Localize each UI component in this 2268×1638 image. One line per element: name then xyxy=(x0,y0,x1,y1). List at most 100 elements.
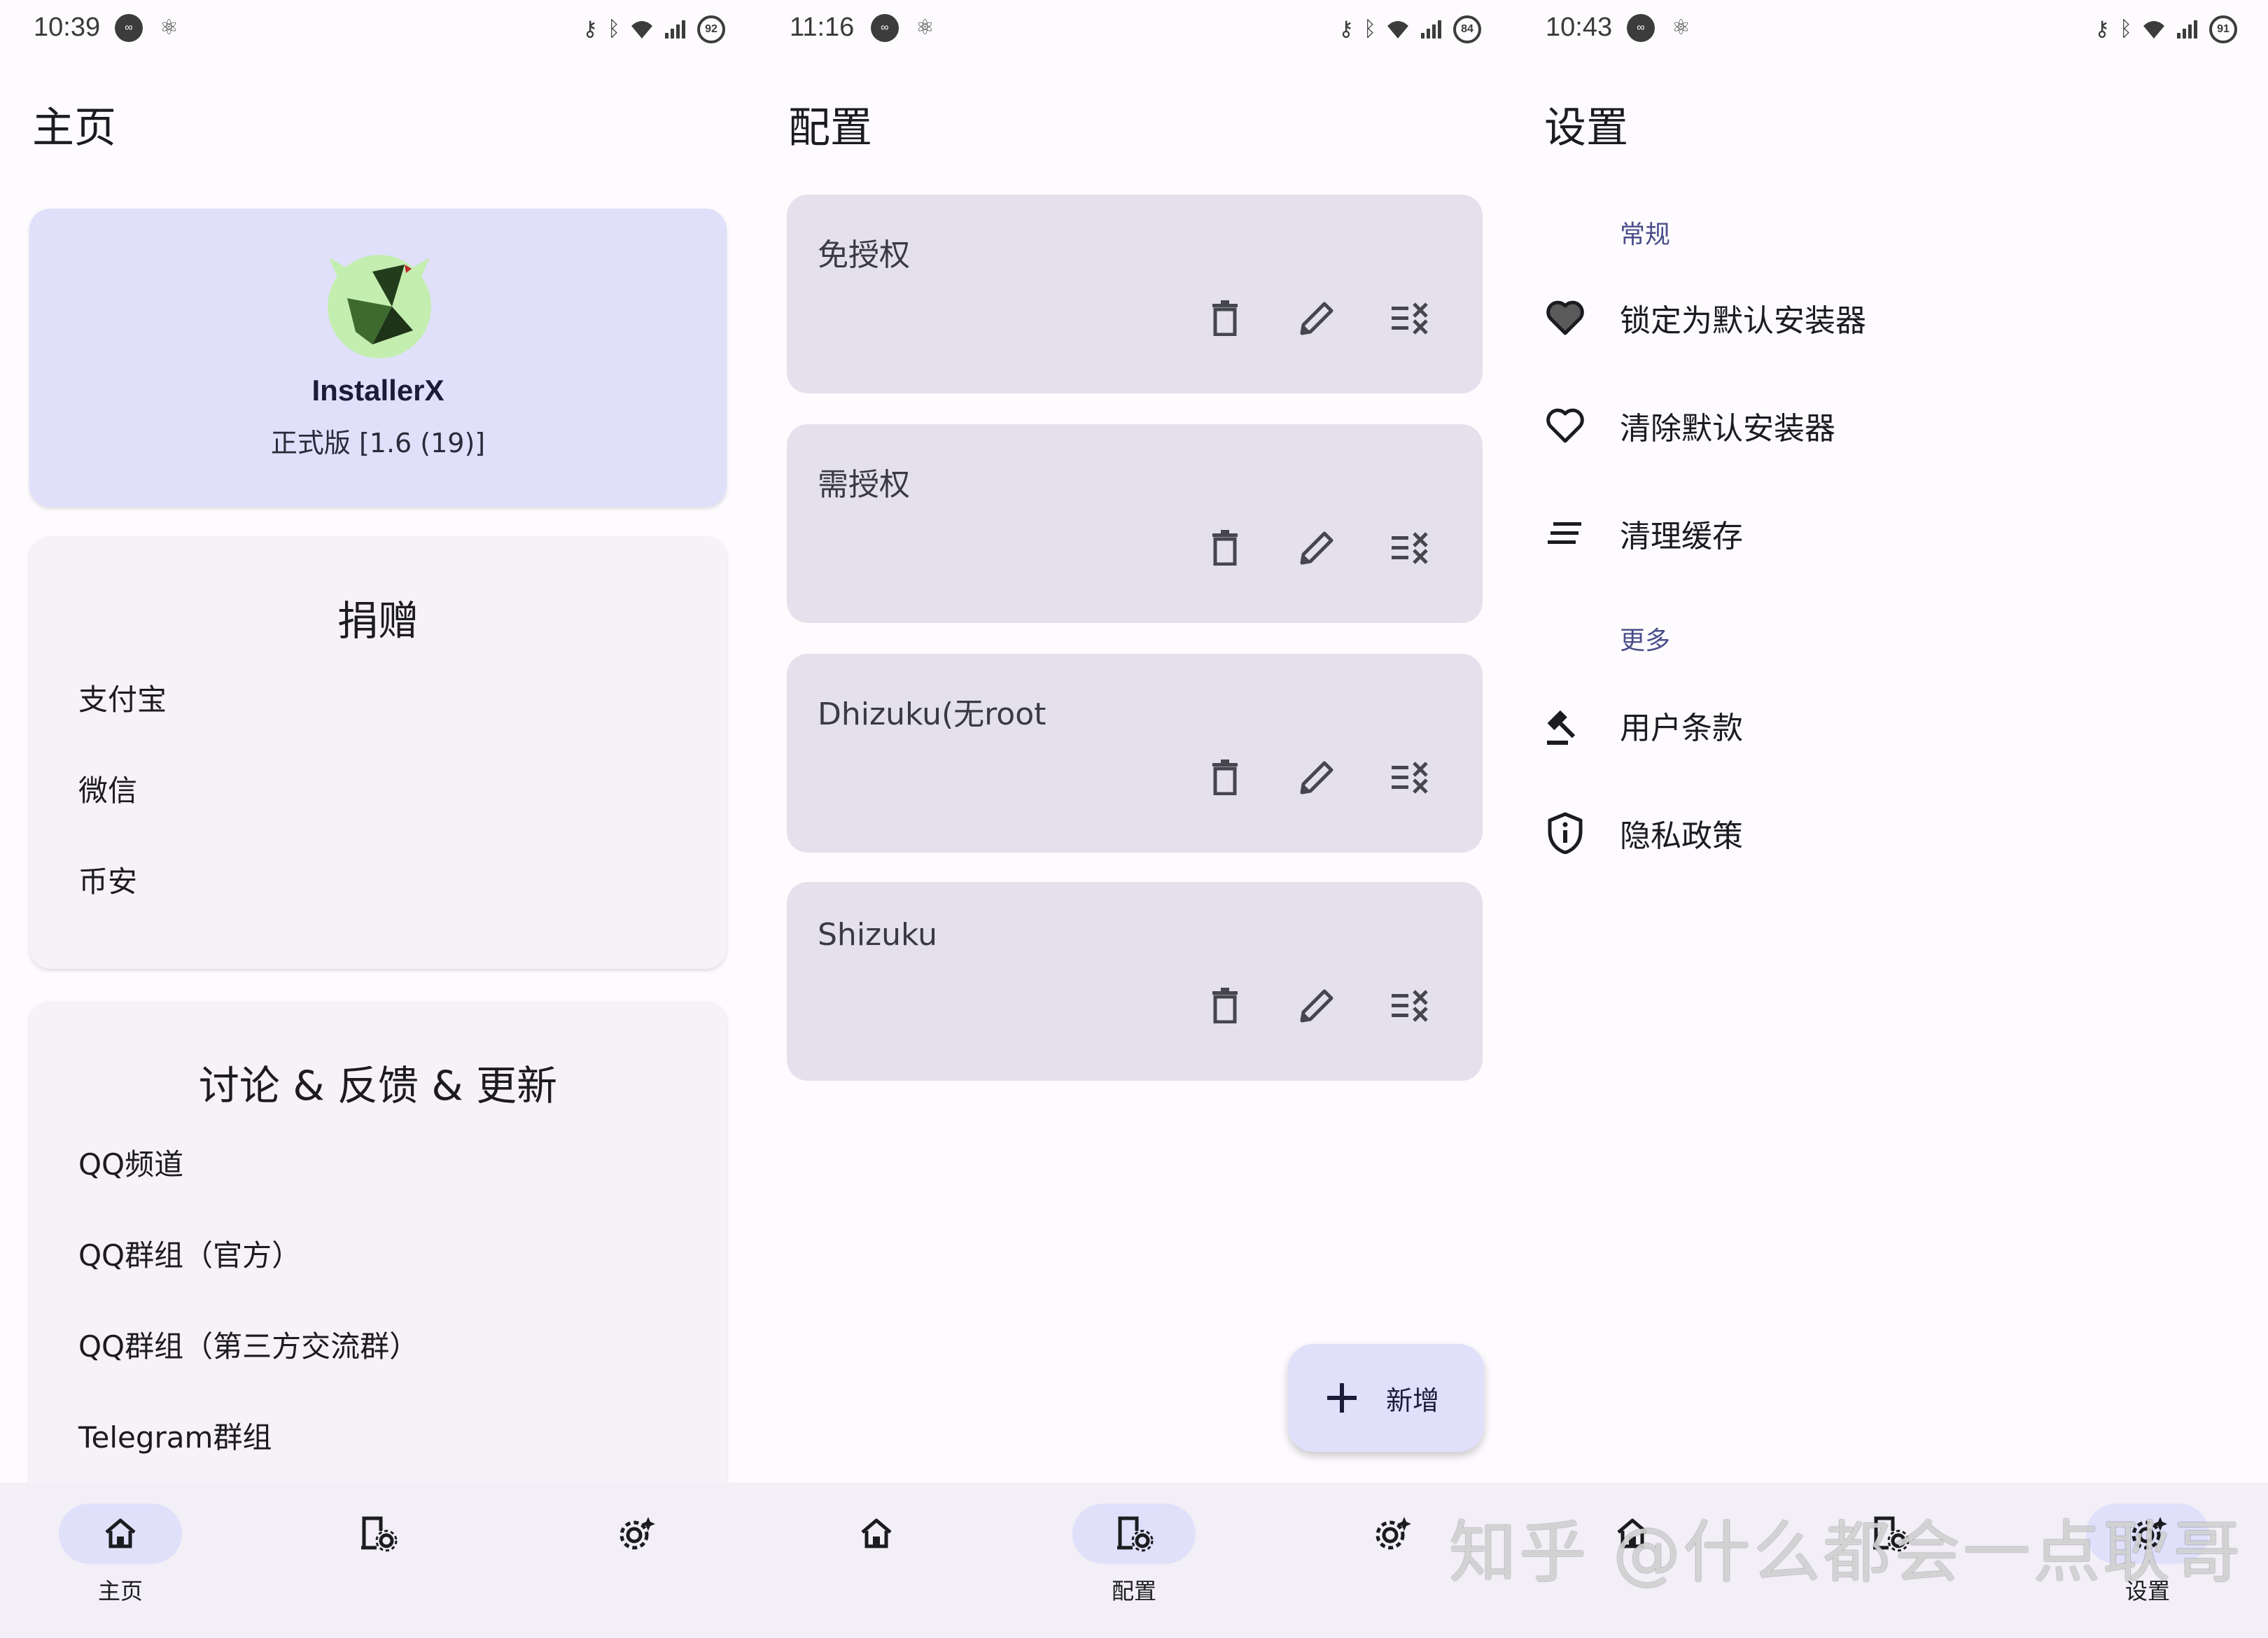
app-info-card: InstallerX 正式版 [1.6 (19)] xyxy=(29,209,727,507)
settings-gear-icon xyxy=(1376,1517,1411,1550)
bottom-navigation: 配置 xyxy=(756,1483,1512,1638)
nav-home[interactable] xyxy=(792,1504,960,1623)
page-title: 配置 xyxy=(788,104,872,153)
apply-clear-button[interactable] xyxy=(1385,522,1435,573)
config-card[interactable]: 免授权 xyxy=(787,195,1483,393)
edit-button[interactable] xyxy=(1292,522,1343,573)
nav-home-label: 主页 xyxy=(97,1578,143,1604)
setting-privacy-policy[interactable]: 隐私政策 xyxy=(1544,791,2244,875)
react-notification-icon: ⚛ xyxy=(916,15,934,40)
donate-item-wechat[interactable]: 微信 xyxy=(78,767,137,810)
setting-label: 用户条款 xyxy=(1620,710,1743,746)
bluetooth-icon: ᛒ xyxy=(608,17,620,41)
status-bar: 11:16 ∞ ⚛ ⚷ ᛒ 84 xyxy=(756,0,1512,59)
trash-icon xyxy=(1212,760,1238,795)
vpn-key-icon: ⚷ xyxy=(2094,17,2110,41)
home-icon xyxy=(861,1518,892,1548)
list-clear-icon xyxy=(1392,990,1428,1022)
status-bar: 10:43 ∞ ⚛ ⚷ ᛒ 91 xyxy=(1512,0,2268,59)
fab-label: 新增 xyxy=(1386,1385,1440,1416)
nav-settings[interactable] xyxy=(552,1504,720,1623)
edit-button[interactable] xyxy=(1292,752,1343,802)
trash-icon xyxy=(1212,300,1238,336)
setting-clear-default-installer[interactable]: 清除默认安装器 xyxy=(1544,384,2244,468)
app-version: 正式版 [1.6 (19)] xyxy=(270,428,486,458)
donate-item-alipay[interactable]: 支付宝 xyxy=(78,676,167,719)
setting-lock-default-installer[interactable]: 锁定为默认安装器 xyxy=(1544,276,2244,360)
gavel-icon xyxy=(1547,710,1576,745)
setting-label: 清除默认安装器 xyxy=(1620,411,1835,447)
config-card[interactable]: Dhizuku(无root xyxy=(787,654,1483,853)
settings-screen: 10:43 ∞ ⚛ ⚷ ᛒ 91 设置 常规 锁定为默认安装器 清除默认安装器 … xyxy=(1512,0,2268,1638)
discuss-title: 讨论 & 反馈 & 更新 xyxy=(198,1062,558,1110)
discuss-item-qq-channel[interactable]: QQ频道 xyxy=(78,1141,183,1184)
react-notification-icon: ⚛ xyxy=(1672,15,1690,40)
edit-button[interactable] xyxy=(1292,293,1343,343)
trash-icon xyxy=(1212,988,1238,1023)
setting-clear-cache[interactable]: 清理缓存 xyxy=(1544,491,2244,575)
nav-home[interactable]: 主页 xyxy=(36,1504,204,1623)
battery-icon: 92 xyxy=(697,15,725,43)
react-notification-icon: ⚛ xyxy=(160,15,178,40)
watermark: 知乎 @什么都会一点耿哥 xyxy=(1449,1513,2244,1592)
bluetooth-icon: ᛒ xyxy=(2120,17,2132,41)
status-bar: 10:39 ∞ ⚛ ⚷ ᛒ 92 xyxy=(0,0,756,59)
list-clear-icon xyxy=(1392,762,1428,794)
apply-clear-button[interactable] xyxy=(1385,752,1435,802)
discuss-card: 讨论 & 反馈 & 更新 QQ频道 QQ群组（官方） QQ群组（第三方交流群） … xyxy=(29,1001,727,1505)
discuss-item-telegram[interactable]: Telegram群组 xyxy=(78,1414,272,1457)
signal-icon xyxy=(1421,20,1441,38)
status-time: 10:39 xyxy=(34,13,101,42)
nav-config[interactable]: 配置 xyxy=(1050,1504,1218,1623)
signal-icon xyxy=(2177,20,2197,38)
discuss-item-qq-official[interactable]: QQ群组（官方） xyxy=(78,1232,301,1275)
delete-button[interactable] xyxy=(1200,293,1250,343)
pencil-icon xyxy=(1300,302,1334,335)
discuss-item-qq-thirdparty[interactable]: QQ群组（第三方交流群） xyxy=(78,1323,419,1366)
list-clear-icon xyxy=(1392,302,1428,335)
apply-clear-button[interactable] xyxy=(1385,980,1435,1030)
app-name: InstallerX xyxy=(312,374,444,407)
home-icon xyxy=(105,1518,136,1548)
bluetooth-icon: ᛒ xyxy=(1364,17,1376,41)
config-door-gear-icon xyxy=(1117,1516,1154,1552)
config-name: 需授权 xyxy=(818,467,910,503)
battery-icon: 91 xyxy=(2209,15,2237,43)
config-card[interactable]: 需授权 xyxy=(787,424,1483,623)
home-screen: 10:39 ∞ ⚛ ⚷ ᛒ 92 主页 InstallerX 正式版 [1.6 … xyxy=(0,0,756,1638)
section-header-general: 常规 xyxy=(1620,220,1671,249)
vpn-key-icon: ⚷ xyxy=(582,17,598,41)
pencil-icon xyxy=(1300,761,1334,794)
delete-button[interactable] xyxy=(1200,980,1250,1030)
delete-button[interactable] xyxy=(1200,752,1250,802)
link-notification-icon: ∞ xyxy=(871,14,899,42)
pencil-icon xyxy=(1300,989,1334,1023)
clear-all-icon xyxy=(1548,522,1581,544)
edit-button[interactable] xyxy=(1292,980,1343,1030)
plus-icon xyxy=(1327,1383,1357,1413)
list-clear-icon xyxy=(1392,532,1428,564)
setting-label: 锁定为默认安装器 xyxy=(1620,303,1866,339)
setting-user-terms[interactable]: 用户条款 xyxy=(1544,683,2244,767)
add-config-fab[interactable]: 新增 xyxy=(1288,1344,1484,1452)
delete-button[interactable] xyxy=(1200,522,1250,573)
signal-icon xyxy=(665,20,685,38)
config-card[interactable]: Shizuku xyxy=(787,882,1483,1081)
wifi-icon xyxy=(2143,21,2164,38)
wifi-icon xyxy=(631,21,652,38)
donate-title: 捐赠 xyxy=(337,597,419,645)
config-name: Dhizuku(无root xyxy=(818,696,1046,732)
vpn-key-icon: ⚷ xyxy=(1338,17,1354,41)
status-time: 10:43 xyxy=(1546,13,1613,42)
config-screen: 11:16 ∞ ⚛ ⚷ ᛒ 84 配置 免授权 需授权 Dhizuku(无roo… xyxy=(756,0,1512,1638)
trash-icon xyxy=(1212,530,1238,566)
nav-config[interactable] xyxy=(294,1504,462,1623)
installerx-logo-icon xyxy=(328,255,431,358)
page-title: 设置 xyxy=(1544,104,1628,153)
wifi-icon xyxy=(1387,21,1408,38)
bottom-navigation: 主页 xyxy=(0,1483,756,1638)
setting-label: 清理缓存 xyxy=(1620,519,1743,554)
donate-card: 捐赠 支付宝 微信 币安 xyxy=(29,536,727,969)
donate-item-binance[interactable]: 币安 xyxy=(78,858,137,901)
apply-clear-button[interactable] xyxy=(1385,293,1435,343)
